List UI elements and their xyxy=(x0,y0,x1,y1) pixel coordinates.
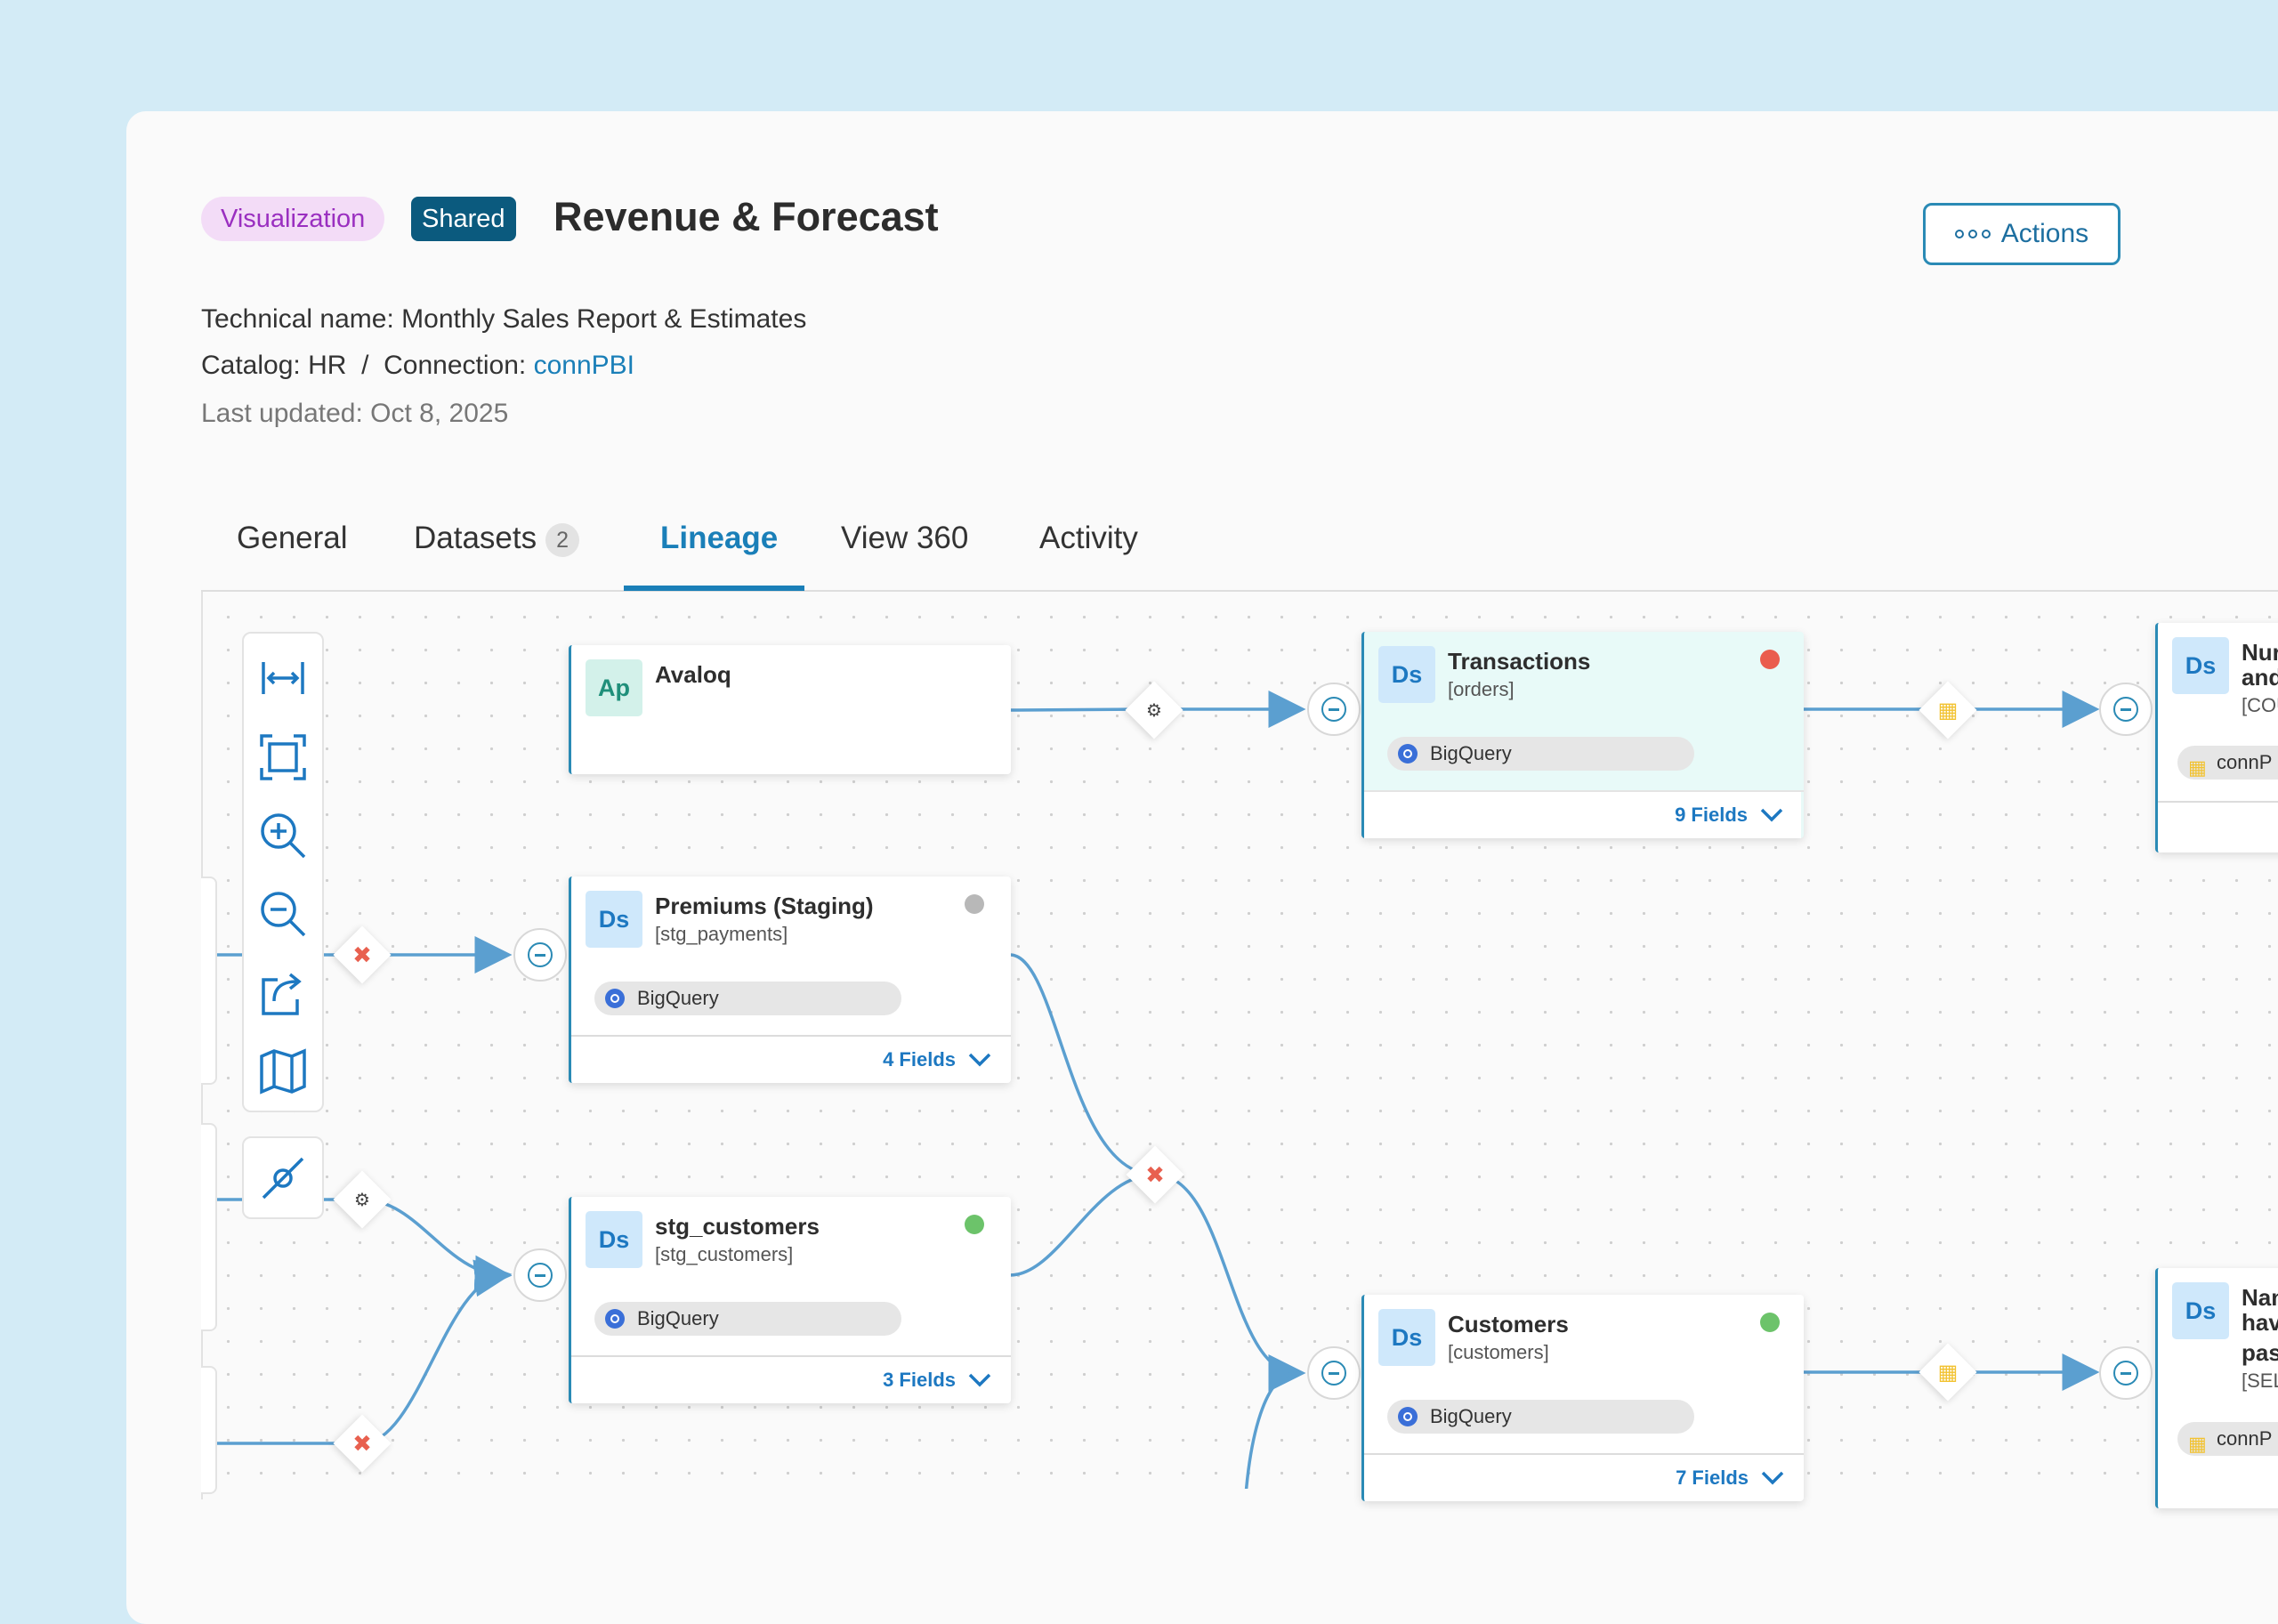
bigquery-icon xyxy=(605,1309,625,1329)
node-name: Nan xyxy=(2242,1284,2278,1311)
source-chip: ▦ connP xyxy=(2177,1422,2278,1456)
node-divider xyxy=(571,1355,1011,1357)
dataset-icon: Ds xyxy=(2172,637,2229,694)
source-chip: BigQuery xyxy=(594,982,901,1015)
dataset-icon: Ds xyxy=(2172,1282,2229,1339)
fields-count: 3 Fields xyxy=(883,1369,956,1391)
source-label: BigQuery xyxy=(637,987,719,1009)
bigquery-icon xyxy=(605,989,625,1008)
source-label: BigQuery xyxy=(637,1307,719,1329)
node-customers[interactable]: Ds Customers [customers] BigQuery 7 Fiel… xyxy=(1361,1295,1804,1501)
node-name-line-3: pas xyxy=(2242,1339,2278,1366)
node-name: Customers xyxy=(1448,1311,1569,1337)
error-icon: ✖ xyxy=(352,1429,372,1457)
node-name: Nur xyxy=(2242,639,2278,666)
fields-toggle[interactable]: 7 Fields xyxy=(1676,1466,1784,1490)
source-label: connP xyxy=(2217,1427,2273,1450)
fields-toggle[interactable]: 9 Fields xyxy=(1364,792,1801,838)
source-label: BigQuery xyxy=(1430,1405,1512,1427)
chevron-down-icon xyxy=(968,1053,991,1067)
node-right-bottom[interactable]: Ds Nan hav pas [SEL ▦ connP xyxy=(2155,1268,2278,1508)
fields-count: 4 Fields xyxy=(883,1048,956,1071)
chevron-down-icon xyxy=(1761,1471,1784,1485)
node-name: Transactions xyxy=(1448,648,1591,675)
node-technical-name: [customers] xyxy=(1448,1341,1549,1363)
source-chip: BigQuery xyxy=(1387,1400,1694,1434)
status-dot xyxy=(1760,650,1780,669)
export-icon[interactable] xyxy=(258,967,308,1017)
status-dot xyxy=(1760,1313,1780,1332)
application-icon: Ap xyxy=(586,659,642,716)
source-chip: BigQuery xyxy=(1387,737,1694,771)
fields-count: 7 Fields xyxy=(1676,1466,1749,1489)
powerbi-icon: ▦ xyxy=(2188,1433,2207,1455)
link-tool-icon[interactable] xyxy=(258,1153,308,1203)
node-technical-name: [stg_customers] xyxy=(655,1243,794,1265)
dataset-icon: Ds xyxy=(586,891,642,948)
dataset-icon: Ds xyxy=(1378,1309,1435,1366)
status-dot xyxy=(965,1215,984,1234)
node-technical-name: [orders] xyxy=(1448,678,1515,700)
collapse-button[interactable] xyxy=(1307,683,1361,736)
dataset-icon: Ds xyxy=(586,1211,642,1268)
collapse-button[interactable] xyxy=(2099,1346,2153,1400)
node-divider xyxy=(571,1035,1011,1037)
source-chip: ▦ connP xyxy=(2177,746,2278,780)
node-right-top[interactable]: Ds Nur and [COU ▦ connP xyxy=(2155,623,2278,852)
bigquery-icon xyxy=(1398,744,1418,764)
powerbi-icon: ▦ xyxy=(1937,1360,1959,1385)
source-label: BigQuery xyxy=(1430,742,1512,764)
node-name: Premiums (Staging) xyxy=(655,893,874,919)
powerbi-icon: ▦ xyxy=(1937,698,1959,723)
transform-icon: ⚙ xyxy=(1146,700,1162,721)
node-technical-name: [stg_payments] xyxy=(655,923,788,945)
node-divider xyxy=(2158,801,2278,803)
zoom-in-icon[interactable] xyxy=(258,811,308,860)
node-technical-name: [SEL xyxy=(2242,1369,2278,1392)
fit-screen-icon[interactable] xyxy=(258,732,308,782)
node-stg-customers[interactable]: Ds stg_customers [stg_customers] BigQuer… xyxy=(569,1197,1011,1403)
source-chip: BigQuery xyxy=(594,1302,901,1336)
collapse-button[interactable] xyxy=(2099,683,2153,736)
dataset-icon: Ds xyxy=(1378,646,1435,703)
node-name-line-2: and xyxy=(2242,664,2278,691)
node-name: stg_customers xyxy=(655,1213,820,1240)
map-icon[interactable] xyxy=(258,1046,308,1095)
fields-toggle[interactable]: 3 Fields xyxy=(883,1369,991,1392)
fields-count: 9 Fields xyxy=(1675,804,1748,826)
node-technical-name: [COU xyxy=(2242,694,2278,716)
lineage-toolbar xyxy=(242,632,324,1112)
lineage-toolbar-secondary xyxy=(242,1136,324,1219)
chevron-down-icon xyxy=(968,1373,991,1387)
status-dot xyxy=(965,894,984,914)
node-premiums-staging[interactable]: Ds Premiums (Staging) [stg_payments] Big… xyxy=(569,877,1011,1083)
fields-toggle[interactable]: 4 Fields xyxy=(883,1048,991,1071)
powerbi-icon: ▦ xyxy=(2188,756,2207,779)
collapse-button[interactable] xyxy=(513,1248,567,1302)
error-icon: ✖ xyxy=(1145,1160,1165,1188)
node-avaloq[interactable]: Ap Avaloq xyxy=(569,645,1011,774)
collapse-button[interactable] xyxy=(1307,1346,1361,1400)
chevron-down-icon xyxy=(1760,808,1783,822)
node-name: Avaloq xyxy=(655,661,731,688)
collapse-button[interactable] xyxy=(513,928,567,982)
lineage-edges xyxy=(217,691,2100,1489)
source-label: connP xyxy=(2217,751,2273,773)
error-icon: ✖ xyxy=(352,941,372,968)
zoom-out-icon[interactable] xyxy=(258,889,308,939)
fit-width-icon[interactable] xyxy=(258,653,308,703)
node-divider xyxy=(1364,1453,1804,1455)
node-name-line-2: hav xyxy=(2242,1309,2278,1336)
transform-icon: ⚙ xyxy=(354,1190,370,1210)
bigquery-icon xyxy=(1398,1407,1418,1426)
